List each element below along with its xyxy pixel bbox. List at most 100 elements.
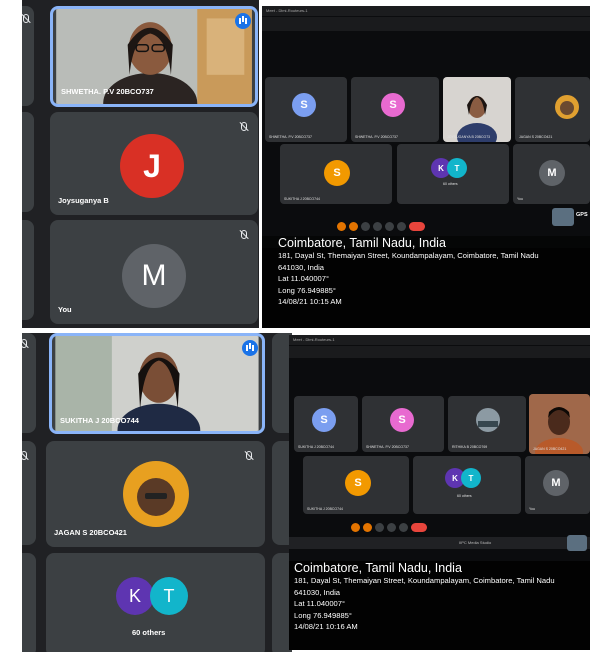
participant-tile[interactable]: JAGAN S 20BCO421 — [515, 77, 590, 142]
speaking-indicator-icon — [235, 13, 251, 29]
participant-tile[interactable]: S SHWETHA. P.V 20BCO737 — [362, 396, 444, 452]
participant-tile[interactable]: JAGAN S 20BCO421 — [46, 441, 265, 547]
leave-call-button[interactable] — [409, 222, 425, 231]
participant-name: SUKITHA J 20BCO744 — [298, 445, 334, 449]
camera-button[interactable] — [349, 222, 358, 231]
avatar: M — [543, 470, 569, 496]
participant-tile[interactable]: S SUKITHA J 20BCO744 — [294, 396, 358, 452]
present-button[interactable] — [385, 222, 394, 231]
speaking-indicator-icon — [242, 340, 258, 356]
camera-feed-image — [529, 394, 590, 454]
participant-name: JAGAN S 20BCO421 — [533, 447, 567, 451]
mic-off-icon — [22, 339, 28, 349]
gps-datetime: 14/08/21 10:15 AM — [278, 297, 342, 306]
leave-call-button[interactable] — [411, 523, 427, 532]
mic-off-icon — [22, 451, 28, 461]
avatar: T — [461, 468, 481, 488]
participant-tile[interactable]: S SHWETHA. P.V 20BCO737 — [351, 77, 439, 142]
mic-button[interactable] — [337, 222, 346, 231]
camera-button[interactable] — [363, 523, 372, 532]
avatar: S — [292, 93, 316, 117]
gps-address-2: 641030, India — [278, 262, 325, 272]
participant-tile[interactable]: S SUKITHA J 20BCO744 — [303, 456, 409, 514]
browser-address-bar — [289, 346, 590, 358]
participant-tile-self[interactable]: M You — [50, 220, 258, 324]
mic-off-icon — [243, 451, 253, 461]
profile-photo-image — [555, 95, 579, 119]
avatar: M — [539, 160, 565, 186]
mic-off-icon — [238, 122, 248, 132]
participant-name: SHWETHA. P.V 20BCO737 — [355, 135, 398, 139]
gps-longitude: Long 76.949885° — [278, 285, 336, 295]
avatar: K — [116, 577, 154, 615]
gps-camera-app-icon[interactable] — [567, 535, 587, 551]
participant-name: SUKITHA J 20BCO744 — [60, 416, 139, 425]
call-controls-bar — [351, 523, 427, 532]
camera-feed-image — [443, 77, 511, 142]
participant-tile-video[interactable]: JOYSUGANYA B 20BCO73 — [443, 77, 511, 142]
gps-camera-app-icon[interactable] — [552, 208, 574, 226]
browser-tab-bar: Meet - Dlmi-Routeurs-1 — [289, 335, 590, 345]
mic-off-icon — [22, 14, 30, 24]
others-tile[interactable]: K T 60 others — [46, 553, 265, 652]
others-tile[interactable]: K T 60 others — [397, 144, 509, 204]
browser-address-bar — [262, 17, 590, 31]
gps-city: Coimbatore, Tamil Nadu, India — [278, 236, 446, 250]
gps-city: Coimbatore, Tamil Nadu, India — [294, 561, 462, 575]
participant-tile-video[interactable]: JAGAN S 20BCO421 — [529, 394, 590, 454]
more-options-button[interactable] — [397, 222, 406, 231]
participant-name: JAGAN S 20BCO421 — [54, 528, 127, 537]
partial-tile-left — [22, 333, 36, 433]
partial-tile-left — [22, 553, 36, 652]
present-button[interactable] — [399, 523, 408, 532]
captions-button[interactable] — [375, 523, 384, 532]
participant-name: SUKITHA J 20BCO744 — [284, 197, 320, 201]
gps-app-label: GPS — [576, 212, 588, 218]
participant-tile-speaking[interactable]: SHWETHA. P.V 20BCO737 — [50, 6, 258, 107]
partial-tile-left — [22, 220, 34, 320]
participant-tile-self[interactable]: M You — [513, 144, 590, 204]
participant-tile-speaking[interactable]: SUKITHA J 20BCO744 — [49, 333, 265, 434]
participant-name: JOYSUGANYA B 20BCO73 — [447, 135, 491, 139]
participant-name: SHWETHA. P.V 20BCO737 — [366, 445, 409, 449]
gps-latitude: Lat 11.040007° — [294, 599, 346, 608]
meet-phone-screenshot-bottom: SUKITHA J 20BCO744 JAGAN S 20BCO421 K T … — [22, 333, 292, 652]
participant-tile-self[interactable]: M You — [525, 456, 590, 514]
gps-address-1: 181, Dayal St, Themaiyan Street, Koundam… — [278, 251, 539, 260]
gps-latitude: Lat 11.040007° — [278, 274, 330, 283]
partial-tile-left — [22, 441, 36, 545]
raise-hand-button[interactable] — [373, 222, 382, 231]
avatar: S — [312, 408, 336, 432]
gps-longitude: Long 76.949885° — [294, 610, 352, 620]
participant-tile[interactable]: RITHIKA B 20BCO769 — [448, 396, 526, 452]
participant-tile[interactable]: J Joysuganya B — [50, 112, 258, 215]
avatar: J — [120, 134, 184, 198]
participant-name: Joysuganya B — [58, 196, 109, 205]
partial-tile-left — [22, 6, 34, 106]
profile-photo-image — [123, 461, 189, 527]
partial-tile-left — [22, 112, 34, 212]
participant-name: SHWETHA. P.V 20BCO737 — [61, 87, 154, 96]
captions-button[interactable] — [361, 222, 370, 231]
gps-overlay: Coimbatore, Tamil Nadu, India 181, Dayal… — [289, 561, 590, 650]
os-taskbar: IIPC Media Studio — [289, 537, 590, 549]
participant-name: You — [517, 197, 523, 201]
participant-tile[interactable]: S SHWETHA. P.V 20BCO737 — [265, 77, 347, 142]
others-count: 60 others — [457, 494, 472, 498]
others-tile[interactable]: K T 60 others — [413, 456, 521, 514]
avatar: M — [122, 244, 186, 308]
mic-button[interactable] — [351, 523, 360, 532]
participant-tile[interactable]: S SUKITHA J 20BCO744 — [280, 144, 392, 204]
avatar: T — [447, 158, 467, 178]
participant-name: You — [58, 305, 72, 314]
gps-address-2: 641030, India — [294, 587, 341, 597]
avatar: S — [390, 408, 414, 432]
raise-hand-button[interactable] — [387, 523, 396, 532]
gps-address-1: 181, Dayal St, Themaiyan Street, Koundam… — [294, 576, 555, 585]
participant-name: You — [529, 507, 535, 511]
call-controls-bar — [337, 222, 425, 231]
participant-name: JAGAN S 20BCO421 — [519, 135, 553, 139]
others-count: 60 others — [132, 628, 166, 637]
meet-laptop-photo-bottom: Meet - Dlmi-Routeurs-1 S SUKITHA J 20BCO… — [289, 335, 590, 650]
avatar: S — [324, 160, 350, 186]
